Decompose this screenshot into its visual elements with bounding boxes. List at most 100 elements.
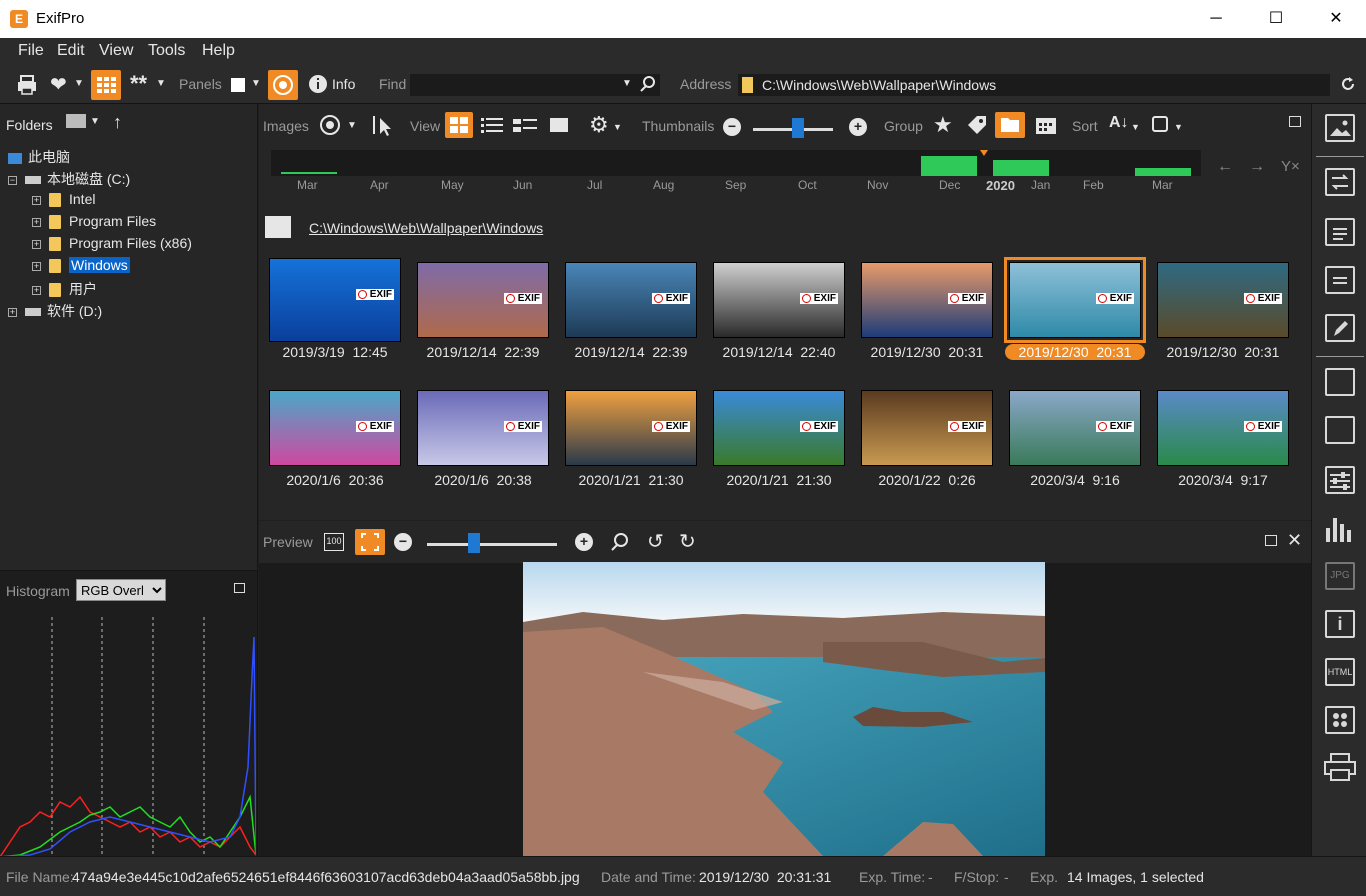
thumbnail[interactable]: EXIF	[417, 390, 549, 466]
thumbnail-selected[interactable]: EXIF	[1004, 257, 1146, 343]
thumbnail[interactable]: EXIF	[713, 390, 845, 466]
expand-icon[interactable]: +	[32, 285, 41, 295]
sort-az-icon[interactable]: A↓	[1109, 114, 1129, 132]
print-icon[interactable]	[1323, 752, 1357, 782]
chevron-down-icon[interactable]: ▼	[251, 78, 261, 89]
address-bar[interactable]: C:\Windows\Web\Wallpaper\Windows	[738, 74, 1330, 96]
tree-item-program-files[interactable]: + Program Files	[32, 213, 156, 230]
panel-square-icon[interactable]	[231, 78, 245, 92]
expand-icon[interactable]: +	[32, 195, 41, 205]
gear-icon[interactable]: ⚙	[589, 112, 609, 138]
thumbnail-size-knob[interactable]	[792, 118, 804, 138]
timeline-back-icon[interactable]: ←	[1217, 158, 1233, 176]
view-thumbnails-button[interactable]	[445, 112, 473, 138]
thumbnail[interactable]: EXIF	[861, 390, 993, 466]
find-dropdown-icon[interactable]: ▼	[622, 78, 632, 89]
chevron-down-icon[interactable]: ▼	[156, 78, 166, 89]
chevron-down-icon[interactable]: ▼	[74, 78, 84, 89]
maximize-panel-icon[interactable]	[1265, 535, 1277, 546]
thumbnail[interactable]: EXIF	[713, 262, 845, 338]
view-list-icon[interactable]	[513, 116, 537, 134]
html-export-icon[interactable]: HTML	[1325, 658, 1355, 686]
chevron-down-icon[interactable]: ▼	[1131, 122, 1140, 132]
color-palette-icon[interactable]	[1325, 706, 1355, 734]
tag-icon[interactable]	[966, 114, 988, 136]
menu-view[interactable]: View	[99, 42, 133, 60]
tree-item-program-files-x86[interactable]: + Program Files (x86)	[32, 235, 192, 252]
info-icon[interactable]	[308, 74, 328, 94]
rating-stars-button[interactable]: **	[130, 71, 147, 97]
thumbnail[interactable]: EXIF	[565, 262, 697, 338]
group-folder-button[interactable]	[995, 112, 1025, 138]
info-panel-icon[interactable]: i	[1325, 610, 1355, 638]
copy-pages-icon[interactable]	[1325, 218, 1355, 246]
expand-icon[interactable]: +	[32, 217, 41, 227]
preview-zoom-knob[interactable]	[468, 533, 480, 553]
zoom-100-button[interactable]: 100	[324, 533, 344, 551]
clear-filter-icon[interactable]: Y×	[1281, 158, 1300, 175]
timeline-bar[interactable]	[271, 150, 1201, 176]
info-button[interactable]: Info	[332, 76, 355, 92]
maximize-panel-icon[interactable]	[1289, 116, 1301, 127]
filter-check-icon[interactable]	[1152, 116, 1168, 132]
expand-icon[interactable]: +	[32, 239, 41, 249]
tree-item-intel[interactable]: + Intel	[32, 191, 95, 208]
timeline-marker[interactable]	[980, 150, 988, 156]
thumbnail[interactable]: EXIF	[1009, 390, 1141, 466]
histogram-mode-select[interactable]: RGB Overl	[76, 579, 166, 601]
search-icon[interactable]	[640, 76, 656, 92]
zoom-in-icon[interactable]: +	[849, 118, 867, 136]
thumbnail[interactable]: EXIF	[269, 258, 401, 342]
thumbnail[interactable]: EXIF	[269, 390, 401, 466]
close-button[interactable]: ✕	[1306, 0, 1366, 38]
preview-toggle-button[interactable]	[268, 70, 298, 100]
expand-icon[interactable]: +	[8, 307, 17, 317]
select-cursor-icon[interactable]	[371, 114, 395, 136]
collapse-icon[interactable]: −	[8, 175, 17, 185]
jpg-icon[interactable]: JPG	[1325, 562, 1355, 590]
fit-to-window-button[interactable]	[355, 529, 385, 555]
menu-edit[interactable]: Edit	[57, 42, 85, 60]
chevron-down-icon[interactable]: ▼	[1174, 122, 1183, 132]
tree-item-drive-c[interactable]: − 本地磁盘 (C:)	[8, 169, 130, 189]
menu-file[interactable]: File	[18, 42, 44, 60]
menu-tools[interactable]: Tools	[148, 42, 185, 60]
up-arrow-icon[interactable]: ↑	[113, 112, 122, 133]
document-icon[interactable]	[1325, 266, 1355, 294]
rotate-left-icon[interactable]: ↺	[647, 529, 664, 554]
preview-zoom-slider[interactable]	[427, 543, 557, 546]
zoom-in-icon[interactable]: +	[575, 533, 593, 551]
folder-icon[interactable]	[66, 114, 86, 128]
thumbnail[interactable]: EXIF	[861, 262, 993, 338]
thumbnail[interactable]: EXIF	[1157, 262, 1289, 338]
magnifier-icon[interactable]	[611, 533, 629, 551]
maximize-panel-icon[interactable]	[234, 583, 245, 593]
adjust-sliders-icon[interactable]	[1325, 466, 1355, 494]
tree-item-windows[interactable]: + Windows	[32, 257, 130, 274]
tree-item-drive-d[interactable]: + 软件 (D:)	[8, 301, 102, 321]
minimize-button[interactable]: ─	[1186, 0, 1246, 38]
view-details-icon[interactable]	[481, 116, 503, 134]
close-panel-icon[interactable]: ✕	[1287, 530, 1302, 551]
timeline-forward-icon[interactable]: →	[1249, 158, 1265, 176]
tree-item-this-pc[interactable]: 此电脑	[8, 147, 70, 167]
tree-item-users[interactable]: + 用户	[32, 279, 97, 299]
zoom-out-icon[interactable]: −	[394, 533, 412, 551]
compare-icon[interactable]	[1325, 416, 1355, 444]
histogram-icon[interactable]	[1325, 514, 1355, 542]
thumbnail[interactable]: EXIF	[1157, 390, 1289, 466]
image-panel-icon[interactable]	[1325, 114, 1355, 142]
maximize-button[interactable]: ☐	[1246, 0, 1306, 38]
thumbnail[interactable]: EXIF	[565, 390, 697, 466]
favorite-heart-icon[interactable]: ❤	[50, 72, 67, 97]
chevron-down-icon[interactable]: ▼	[90, 116, 100, 127]
zoom-out-icon[interactable]: −	[723, 118, 741, 136]
eye-icon[interactable]	[319, 114, 341, 136]
print-icon[interactable]	[16, 74, 38, 96]
chevron-down-icon[interactable]: ▼	[347, 120, 357, 131]
star-icon[interactable]: ★	[933, 112, 953, 138]
thumbnail[interactable]: EXIF	[417, 262, 549, 338]
transfer-icon[interactable]	[1325, 168, 1355, 196]
view-preview-icon[interactable]	[550, 118, 568, 132]
folder-path-link[interactable]: C:\Windows\Web\Wallpaper\Windows	[309, 220, 543, 236]
